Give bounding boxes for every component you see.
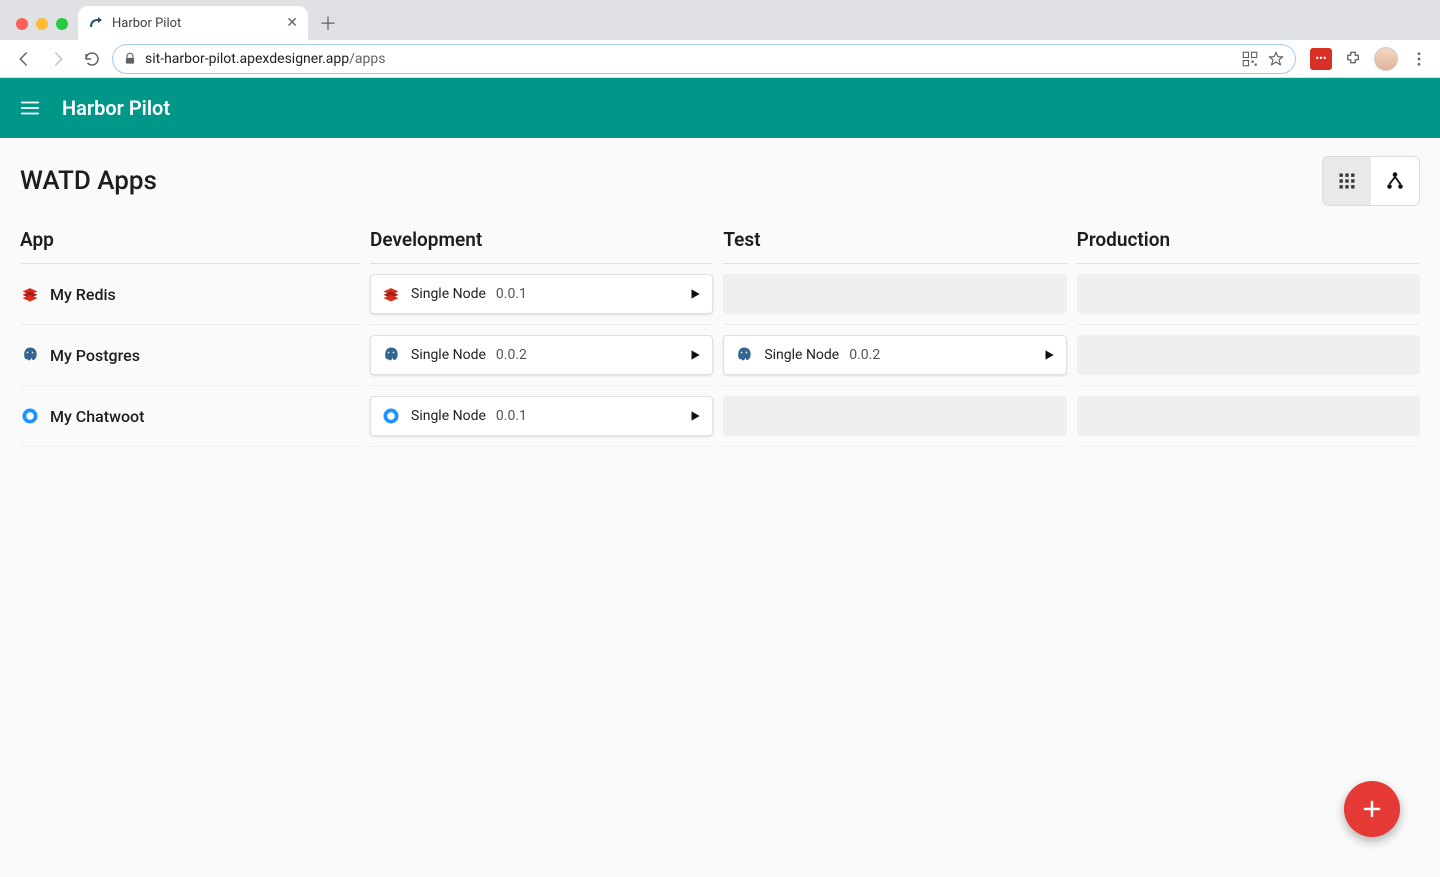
maximize-window-button[interactable] [56,18,68,30]
env-cell-dev: Single Node 0.0.1 [370,386,713,447]
env-cell-prod [1077,264,1420,325]
grid-view-button[interactable] [1323,157,1371,205]
url-host: sit-harbor-pilot.apexdesigner.app [145,51,349,67]
postgres-icon [20,345,40,365]
reload-button[interactable] [78,45,106,73]
browser-menu-button[interactable] [1408,48,1430,70]
env-cell-test [723,264,1066,325]
browser-tab[interactable]: Harbor Pilot ✕ [78,6,308,40]
redis-icon [20,284,40,304]
play-button[interactable] [688,409,702,423]
deployment-card[interactable]: Single Node 0.0.1 [370,396,713,436]
env-cell-prod [1077,386,1420,447]
col-header-test: Test [723,220,1066,264]
card-label: Single Node [411,347,486,363]
forward-button[interactable] [44,45,72,73]
card-version: 0.0.2 [849,347,880,363]
play-icon [688,409,702,423]
extension-icon[interactable]: ••• [1310,48,1332,70]
page-head: WATD Apps [20,156,1420,206]
app-cell[interactable]: My Redis [20,264,360,325]
profile-avatar[interactable] [1374,47,1398,71]
close-window-button[interactable] [16,18,28,30]
env-cell-test: Single Node 0.0.2 [723,325,1066,386]
star-icon[interactable] [1267,50,1285,68]
app-cell[interactable]: My Postgres [20,325,360,386]
postgres-icon [734,345,754,365]
play-icon [1042,348,1056,362]
app-name: My Chatwoot [50,407,144,426]
toolbar-right: ••• [1302,47,1430,71]
play-button[interactable] [688,348,702,362]
play-button[interactable] [1042,348,1056,362]
app-cell[interactable]: My Chatwoot [20,386,360,447]
col-header-dev: Development [370,220,713,264]
apps-grid: App Development Test Production My Redis… [20,220,1420,447]
app-title: Harbor Pilot [62,96,170,120]
graph-icon [1384,170,1406,192]
card-label: Single Node [411,286,486,302]
empty-slot[interactable] [723,274,1066,314]
new-tab-button[interactable]: ＋ [314,9,342,37]
card-version: 0.0.2 [496,347,527,363]
tab-title: Harbor Pilot [112,16,181,31]
card-version: 0.0.1 [496,408,527,424]
empty-slot[interactable] [1077,274,1420,314]
tab-favicon [88,15,104,31]
app-name: My Redis [50,285,116,304]
empty-slot[interactable] [1077,396,1420,436]
redis-icon [381,284,401,304]
deployment-card[interactable]: Single Node 0.0.2 [370,335,713,375]
page-title: WATD Apps [20,166,157,196]
qr-icon[interactable] [1241,50,1259,68]
deployment-card[interactable]: Single Node 0.0.1 [370,274,713,314]
env-cell-dev: Single Node 0.0.2 [370,325,713,386]
play-button[interactable] [688,287,702,301]
minimize-window-button[interactable] [36,18,48,30]
address-bar[interactable]: sit-harbor-pilot.apexdesigner.app/apps [112,44,1296,74]
back-button[interactable] [10,45,38,73]
chatwoot-icon [20,406,40,426]
env-cell-test [723,386,1066,447]
card-label: Single Node [764,347,839,363]
app-header: Harbor Pilot [0,78,1440,138]
empty-slot[interactable] [723,396,1066,436]
col-header-app: App [20,220,360,264]
add-app-fab[interactable] [1344,781,1400,837]
play-icon [688,348,702,362]
card-label: Single Node [411,408,486,424]
empty-slot[interactable] [1077,335,1420,375]
lock-icon [123,52,137,66]
grid-icon [1337,171,1357,191]
tab-close-button[interactable]: ✕ [286,15,298,31]
browser-chrome: Harbor Pilot ✕ ＋ sit-harbor-pilot.apexde… [0,0,1440,78]
play-icon [688,287,702,301]
chatwoot-icon [381,406,401,426]
postgres-icon [381,345,401,365]
window-controls [10,18,78,40]
tab-bar: Harbor Pilot ✕ ＋ [0,0,1440,40]
view-toggle [1322,156,1420,206]
env-cell-dev: Single Node 0.0.1 [370,264,713,325]
page-content: WATD Apps App Development Test Productio… [0,138,1440,877]
extensions-button[interactable] [1342,48,1364,70]
url-text: sit-harbor-pilot.apexdesigner.app/apps [145,51,1233,67]
plus-icon [1360,797,1384,821]
col-header-prod: Production [1077,220,1420,264]
url-path: /apps [349,51,385,67]
deployment-card[interactable]: Single Node 0.0.2 [723,335,1066,375]
app-name: My Postgres [50,346,140,365]
graph-view-button[interactable] [1371,157,1419,205]
env-cell-prod [1077,325,1420,386]
browser-toolbar: sit-harbor-pilot.apexdesigner.app/apps •… [0,40,1440,78]
card-version: 0.0.1 [496,286,527,302]
menu-button[interactable] [18,96,42,120]
